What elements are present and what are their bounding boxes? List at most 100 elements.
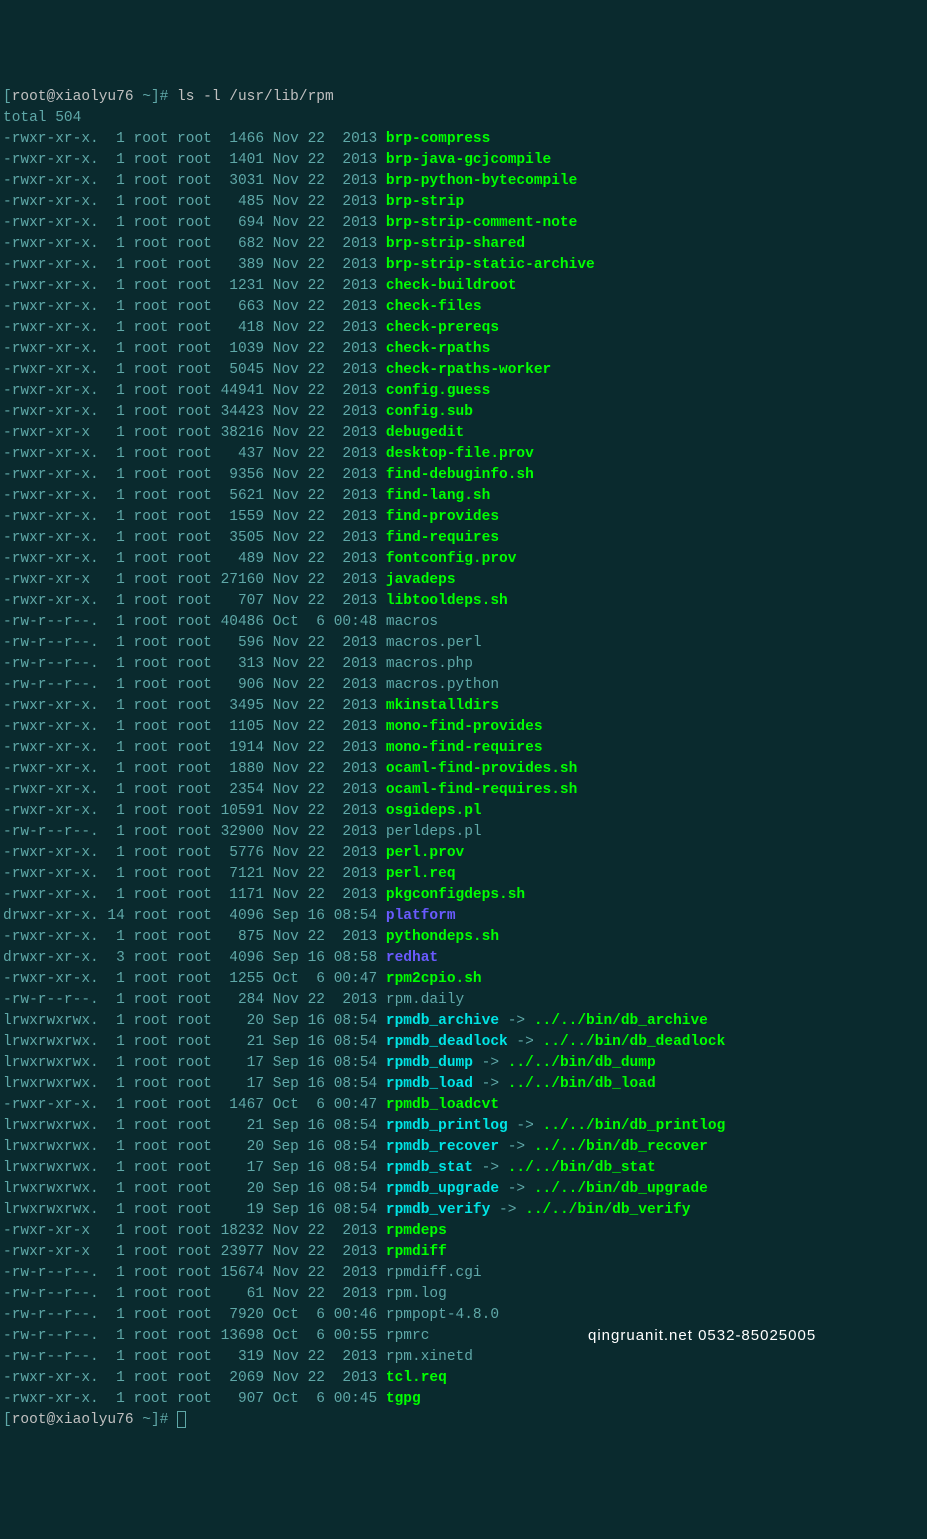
group: root bbox=[177, 824, 221, 840]
permissions: -rw-r--r--. bbox=[3, 614, 99, 630]
date: Sep 16 08:54 bbox=[273, 1202, 386, 1218]
size: 1466 bbox=[221, 131, 273, 147]
permissions: lrwxrwxrwx. bbox=[3, 1160, 99, 1176]
listing-row: lrwxrwxrwx. 1 root root 19 Sep 16 08:54 … bbox=[3, 1200, 924, 1221]
symlink-target: ../../bin/db_stat bbox=[508, 1160, 656, 1176]
size: 13698 bbox=[221, 1328, 273, 1344]
group: root bbox=[177, 1160, 221, 1176]
filename: rpmdb_deadlock bbox=[386, 1034, 508, 1050]
permissions: lrwxrwxrwx. bbox=[3, 1118, 99, 1134]
permissions: lrwxrwxrwx. bbox=[3, 1076, 99, 1092]
owner: root bbox=[134, 215, 178, 231]
links: 1 bbox=[99, 572, 134, 588]
links: 1 bbox=[99, 614, 134, 630]
group: root bbox=[177, 236, 221, 252]
date: Sep 16 08:54 bbox=[273, 1139, 386, 1155]
date: Nov 22 2013 bbox=[273, 152, 386, 168]
filename: tgpg bbox=[386, 1391, 421, 1407]
size: 20 bbox=[221, 1013, 273, 1029]
permissions: -rw-r--r--. bbox=[3, 635, 99, 651]
permissions: lrwxrwxrwx. bbox=[3, 1034, 99, 1050]
symlink-target: ../../bin/db_deadlock bbox=[543, 1034, 726, 1050]
listing-row: -rwxr-xr-x. 1 root root 2069 Nov 22 2013… bbox=[3, 1368, 924, 1389]
filename: rpmdb_verify bbox=[386, 1202, 490, 1218]
listing-row: lrwxrwxrwx. 1 root root 17 Sep 16 08:54 … bbox=[3, 1074, 924, 1095]
listing-row: -rwxr-xr-x. 1 root root 1559 Nov 22 2013… bbox=[3, 507, 924, 528]
listing-row: -rwxr-xr-x. 1 root root 1039 Nov 22 2013… bbox=[3, 339, 924, 360]
filename: debugedit bbox=[386, 425, 464, 441]
size: 313 bbox=[221, 656, 273, 672]
size: 34423 bbox=[221, 404, 273, 420]
size: 9356 bbox=[221, 467, 273, 483]
listing-row: -rwxr-xr-x. 1 root root 9356 Nov 22 2013… bbox=[3, 465, 924, 486]
filename: find-provides bbox=[386, 509, 499, 525]
filename: rpmdb_printlog bbox=[386, 1118, 508, 1134]
filename: config.guess bbox=[386, 383, 490, 399]
date: Nov 22 2013 bbox=[273, 1244, 386, 1260]
date: Nov 22 2013 bbox=[273, 551, 386, 567]
permissions: -rwxr-xr-x. bbox=[3, 971, 99, 987]
date: Nov 22 2013 bbox=[273, 572, 386, 588]
links: 1 bbox=[99, 257, 134, 273]
terminal[interactable]: [root@xiaolyu76 ~]# ls -l /usr/lib/rpmto… bbox=[3, 87, 924, 1431]
group: root bbox=[177, 1349, 221, 1365]
filename: brp-strip-comment-note bbox=[386, 215, 577, 231]
listing-row: lrwxrwxrwx. 1 root root 17 Sep 16 08:54 … bbox=[3, 1053, 924, 1074]
date: Nov 22 2013 bbox=[273, 425, 386, 441]
size: 4096 bbox=[221, 950, 273, 966]
permissions: lrwxrwxrwx. bbox=[3, 1055, 99, 1071]
listing-row: -rwxr-xr-x 1 root root 27160 Nov 22 2013… bbox=[3, 570, 924, 591]
date: Nov 22 2013 bbox=[273, 782, 386, 798]
filename: rpmdb_upgrade bbox=[386, 1181, 499, 1197]
symlink-target: ../../bin/db_recover bbox=[534, 1139, 708, 1155]
group: root bbox=[177, 467, 221, 483]
owner: root bbox=[134, 1160, 178, 1176]
date: Nov 22 2013 bbox=[273, 698, 386, 714]
group: root bbox=[177, 551, 221, 567]
owner: root bbox=[134, 1286, 178, 1302]
filename: fontconfig.prov bbox=[386, 551, 517, 567]
date: Nov 22 2013 bbox=[273, 131, 386, 147]
permissions: -rw-r--r--. bbox=[3, 992, 99, 1008]
permissions: -rwxr-xr-x. bbox=[3, 782, 99, 798]
size: 663 bbox=[221, 299, 273, 315]
filename: mono-find-requires bbox=[386, 740, 543, 756]
filename: perldeps.pl bbox=[386, 824, 482, 840]
filename: rpmrc bbox=[386, 1328, 430, 1344]
group: root bbox=[177, 635, 221, 651]
prompt-bracket-open: [ bbox=[3, 89, 12, 105]
date: Nov 22 2013 bbox=[273, 446, 386, 462]
permissions: -rwxr-xr-x bbox=[3, 425, 99, 441]
prompt-line-end[interactable]: [root@xiaolyu76 ~]# bbox=[3, 1410, 924, 1431]
owner: root bbox=[134, 488, 178, 504]
owner: root bbox=[134, 614, 178, 630]
filename: desktop-file.prov bbox=[386, 446, 534, 462]
owner: root bbox=[134, 866, 178, 882]
prompt-path: ~ bbox=[134, 1412, 151, 1428]
size: 389 bbox=[221, 257, 273, 273]
group: root bbox=[177, 257, 221, 273]
filename: redhat bbox=[386, 950, 438, 966]
date: Sep 16 08:54 bbox=[273, 1013, 386, 1029]
owner: root bbox=[134, 1202, 178, 1218]
filename: find-lang.sh bbox=[386, 488, 490, 504]
listing-row: -rw-r--r--. 1 root root 319 Nov 22 2013 … bbox=[3, 1347, 924, 1368]
links: 3 bbox=[99, 950, 134, 966]
group: root bbox=[177, 1055, 221, 1071]
group: root bbox=[177, 572, 221, 588]
size: 906 bbox=[221, 677, 273, 693]
symlink-target: ../../bin/db_load bbox=[508, 1076, 656, 1092]
date: Nov 22 2013 bbox=[273, 824, 386, 840]
permissions: drwxr-xr-x. bbox=[3, 950, 99, 966]
listing-row: -rwxr-xr-x. 1 root root 485 Nov 22 2013 … bbox=[3, 192, 924, 213]
permissions: -rwxr-xr-x. bbox=[3, 257, 99, 273]
prompt-user: root@xiaolyu76 bbox=[12, 1412, 134, 1428]
size: 284 bbox=[221, 992, 273, 1008]
size: 1255 bbox=[221, 971, 273, 987]
date: Nov 22 2013 bbox=[273, 593, 386, 609]
owner: root bbox=[134, 1076, 178, 1092]
listing-row: -rwxr-xr-x. 1 root root 3505 Nov 22 2013… bbox=[3, 528, 924, 549]
size: 5621 bbox=[221, 488, 273, 504]
size: 5776 bbox=[221, 845, 273, 861]
owner: root bbox=[134, 782, 178, 798]
